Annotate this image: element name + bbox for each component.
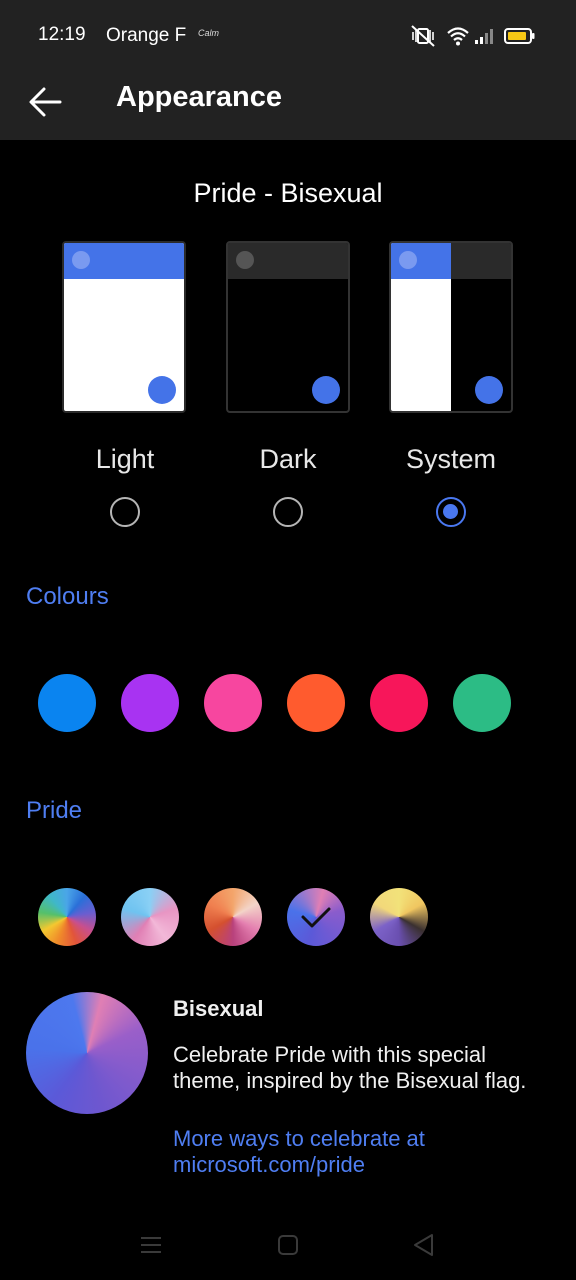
light-radio[interactable] <box>110 497 140 527</box>
recents-button[interactable] <box>138 1232 164 1258</box>
card-header-dark <box>451 243 511 279</box>
card-fab <box>312 376 340 404</box>
menu-icon <box>141 1237 161 1253</box>
colour-swatch[interactable] <box>204 674 262 732</box>
status-notification-text: Calm <box>198 28 220 38</box>
pride-nonbinary-swatch[interactable] <box>370 888 428 946</box>
pride-link[interactable]: More ways to celebrate at microsoft.com/… <box>173 1126 553 1178</box>
card-fab <box>475 376 503 404</box>
status-carrier: Orange F <box>106 25 187 46</box>
pride-lesbian-swatch[interactable] <box>204 888 262 946</box>
pride-detail-title: Bisexual <box>173 996 264 1021</box>
dark-radio[interactable] <box>273 497 303 527</box>
back-triangle-icon <box>414 1234 433 1256</box>
colour-swatch[interactable] <box>121 674 179 732</box>
card-fab <box>148 376 176 404</box>
signal-icon <box>475 29 493 44</box>
back-button[interactable] <box>26 78 74 126</box>
dark-theme-preview[interactable] <box>226 241 350 413</box>
status-time: 12:19 <box>38 24 86 45</box>
card-avatar-dot <box>72 251 90 269</box>
colour-swatch[interactable] <box>453 674 511 732</box>
status-icons <box>410 24 540 48</box>
battery-icon <box>504 28 535 44</box>
pride-trans-swatch[interactable] <box>121 888 179 946</box>
colours-section-title: Colours <box>26 583 109 610</box>
back-nav-button[interactable] <box>411 1232 437 1258</box>
vibrate-icon <box>411 25 435 47</box>
light-label: Light <box>95 444 155 474</box>
colour-swatch[interactable] <box>38 674 96 732</box>
dark-label: Dark <box>259 444 317 474</box>
card-avatar-dot <box>236 251 254 269</box>
arrow-left-icon <box>29 87 62 117</box>
app-bar: Appearance <box>0 72 576 140</box>
colour-swatch[interactable] <box>287 674 345 732</box>
home-button[interactable] <box>275 1232 301 1258</box>
card-avatar-dot <box>399 251 417 269</box>
system-nav-bar <box>0 1205 576 1280</box>
checkmark-icon <box>301 907 331 928</box>
system-theme-preview[interactable] <box>389 241 513 413</box>
system-radio[interactable] <box>436 497 466 527</box>
colour-swatch[interactable] <box>370 674 428 732</box>
status-bar: 12:19 Orange F Calm <box>0 0 576 72</box>
pride-bisexual-swatch[interactable] <box>287 888 345 946</box>
home-square-icon <box>278 1235 298 1255</box>
system-label: System <box>405 444 497 474</box>
pride-detail-description: Celebrate Pride with this special theme,… <box>173 1042 527 1093</box>
pride-section-title: Pride <box>26 797 83 824</box>
page-title: Appearance <box>116 81 283 113</box>
pride-rainbow-swatch[interactable] <box>38 888 96 946</box>
current-theme-name: Pride - Bisexual <box>193 178 383 208</box>
wifi-icon <box>447 27 469 46</box>
bisexual-preview-circle <box>26 992 148 1114</box>
light-theme-preview[interactable] <box>62 241 186 413</box>
